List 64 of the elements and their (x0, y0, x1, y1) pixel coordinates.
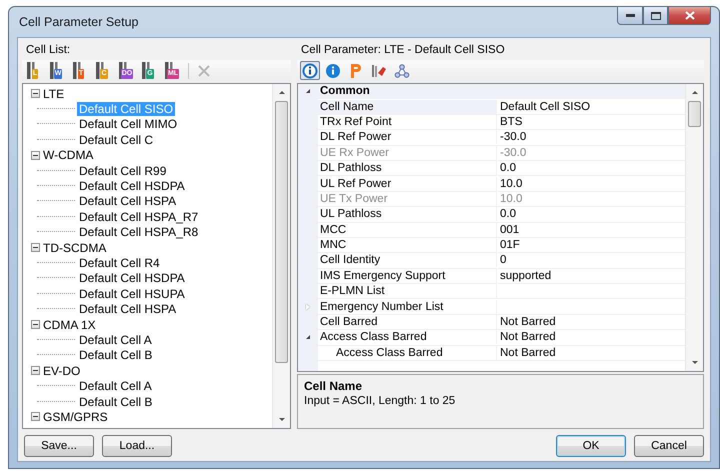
collapse-icon[interactable] (31, 89, 40, 98)
property-name[interactable]: MNC (318, 238, 496, 252)
network-icon[interactable] (392, 61, 412, 80)
property-name[interactable]: DL Pathloss (318, 161, 496, 176)
tree-item[interactable]: Default Cell A (77, 379, 154, 394)
tree-item[interactable]: Default Cell HSDPA (77, 271, 187, 286)
maximize-button[interactable] (643, 6, 668, 25)
tree-item[interactable]: Default Cell MIMO (77, 117, 180, 132)
tree-item[interactable]: Default Cell HSPA (77, 194, 178, 208)
collapse-icon[interactable] (306, 335, 310, 340)
description-text: Input = ASCII, Length: 1 to 25 (304, 395, 456, 407)
description-title: Cell Name (304, 379, 364, 393)
property-name[interactable]: Cell Identity (318, 253, 496, 268)
close-icon (684, 11, 694, 20)
tree-item[interactable]: Default Cell R99 (77, 164, 168, 178)
dialog-button[interactable]: OK (556, 435, 626, 457)
scrollbar[interactable] (685, 84, 703, 371)
tree-item[interactable]: Default Cell HSDPA (77, 179, 187, 194)
dialog-button[interactable]: Cancel (634, 435, 704, 457)
property-name[interactable]: Cell Barred (318, 315, 496, 330)
tree-group[interactable]: EV-DO (41, 364, 82, 378)
info-icon[interactable] (323, 61, 343, 80)
category-label: Common (319, 84, 371, 98)
tree-item[interactable]: Default Cell HSPA_R7 (77, 210, 200, 224)
tree-item[interactable]: Default Cell C (77, 132, 156, 147)
property-name[interactable]: UL Ref Power (318, 176, 496, 191)
info-outline-icon[interactable] (300, 61, 320, 80)
cell-list-label: Cell List: (25, 44, 72, 58)
maximize-icon (650, 12, 660, 20)
scrollbar[interactable] (272, 84, 290, 428)
tree-group[interactable]: CDMA 1X (41, 318, 98, 332)
tree-group[interactable]: LTE (41, 86, 66, 101)
tree-group[interactable]: TD-SCDMA (41, 240, 108, 255)
property-name[interactable]: IMS Emergency Support (318, 268, 496, 283)
tree-item[interactable]: Default Cell HSUPA (77, 286, 187, 301)
tree-item[interactable]: Default Cell B (77, 348, 154, 362)
tree-item[interactable]: Default Cell HSPA (77, 302, 178, 316)
collapse-icon[interactable] (31, 243, 40, 252)
property-name[interactable]: E-PLMN List (318, 284, 496, 298)
property-name[interactable]: Access Class Barred (318, 330, 496, 344)
property-name[interactable]: MCC (318, 222, 496, 237)
minimize-icon (626, 14, 634, 17)
dialog-button[interactable]: Load... (102, 435, 172, 457)
collapse-icon[interactable] (31, 412, 40, 422)
dialog-button[interactable]: Save... (24, 435, 94, 457)
minimize-button[interactable] (617, 6, 643, 25)
cell-parameter-label: Cell Parameter: LTE - Default Cell SISO (300, 44, 506, 58)
collapse-icon[interactable] (31, 150, 40, 160)
tree-group[interactable]: GSM/GPRS (41, 410, 110, 424)
property-name[interactable]: Access Class Barred (318, 346, 496, 360)
property-name[interactable]: Emergency Number List (318, 300, 496, 314)
property-name[interactable]: TRx Ref Point (318, 114, 496, 129)
tree-item[interactable]: Default Cell A (77, 332, 154, 347)
tree-item[interactable]: Default Cell B (77, 394, 154, 408)
property-name[interactable]: UL Pathloss (318, 207, 496, 222)
tree-item[interactable]: Default Cell R4 (77, 256, 162, 270)
close-button[interactable] (668, 6, 711, 25)
property-name[interactable]: DL Ref Power (318, 130, 496, 144)
tree-group[interactable]: W-CDMA (41, 148, 96, 162)
property-name[interactable]: Cell Name (318, 100, 496, 114)
collapse-icon[interactable] (31, 366, 40, 376)
window-title: Cell Parameter Setup (18, 15, 139, 29)
collapse-icon[interactable] (31, 320, 40, 330)
tree-item[interactable]: Default Cell HSPA_R8 (77, 225, 200, 240)
